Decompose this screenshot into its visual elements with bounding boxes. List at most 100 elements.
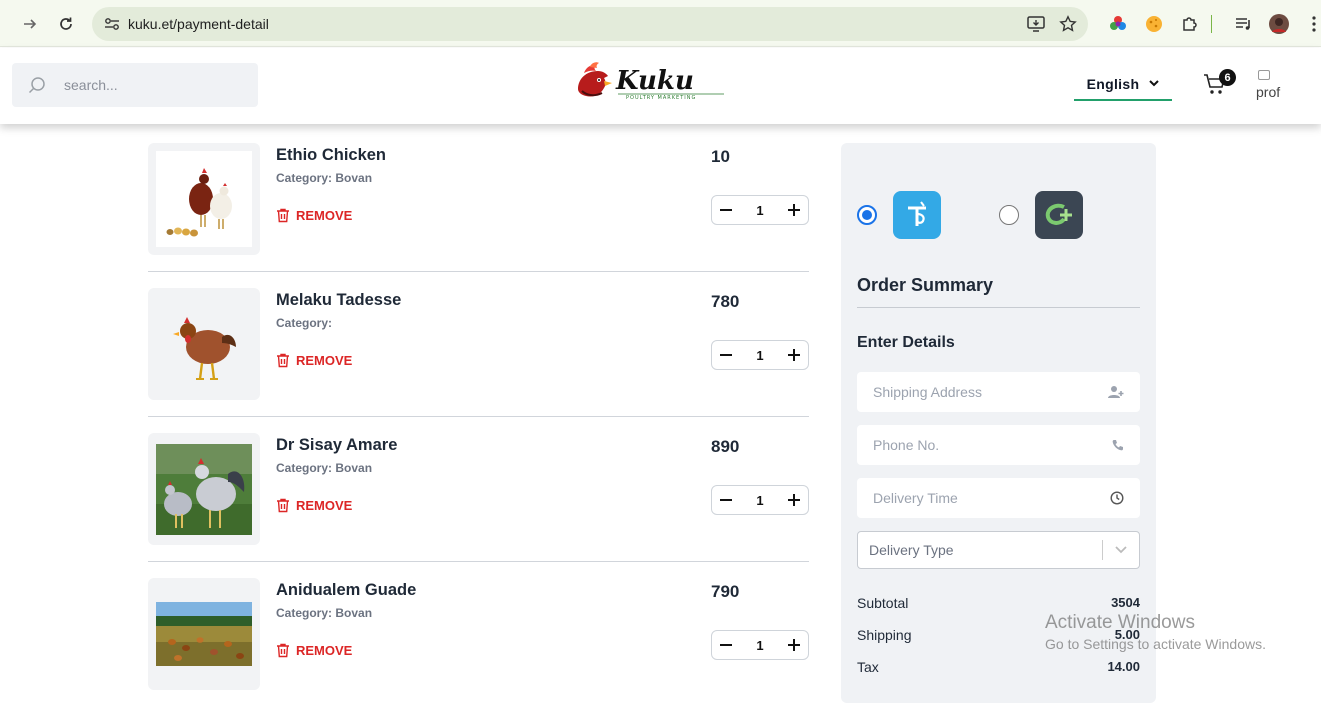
- search-input[interactable]: [64, 77, 224, 93]
- svg-text:Kuku: Kuku: [615, 66, 694, 96]
- product-image: [148, 288, 260, 400]
- enter-details-title: Enter Details: [857, 334, 955, 351]
- cookie-extension-icon[interactable]: [1142, 12, 1166, 36]
- payment-radio-telebirr[interactable]: [857, 205, 877, 225]
- increase-qty-button[interactable]: [786, 492, 802, 508]
- product-image: [148, 433, 260, 545]
- quantity-stepper: 1: [711, 195, 809, 225]
- install-app-icon[interactable]: [1025, 13, 1047, 35]
- decrease-qty-button[interactable]: [718, 637, 734, 653]
- remove-label: REMOVE: [296, 643, 353, 658]
- language-selector[interactable]: English: [1074, 69, 1172, 101]
- phone-field[interactable]: [857, 425, 1140, 465]
- product-name[interactable]: Dr Sisay Amare: [276, 436, 397, 455]
- telebirr-icon[interactable]: [893, 191, 941, 239]
- subtotal-row: Subtotal 3504: [857, 595, 1140, 611]
- product-price: 10: [711, 147, 730, 166]
- product-name[interactable]: Ethio Chicken: [276, 146, 386, 165]
- avatar-alt-text: prof: [1256, 84, 1281, 100]
- tax-label: Tax: [857, 659, 879, 675]
- product-image: [148, 143, 260, 255]
- user-plus-icon: [1108, 386, 1124, 398]
- item-divider: [148, 271, 809, 272]
- cart-button[interactable]: 6: [1203, 69, 1236, 98]
- reload-icon[interactable]: [54, 12, 78, 36]
- site-header: Kuku POULTRY MARKETING English 6 prof: [0, 48, 1321, 124]
- decrease-qty-button[interactable]: [718, 202, 734, 218]
- delivery-type-value: Delivery Type: [869, 542, 954, 558]
- tax-value: 14.00: [1107, 659, 1140, 674]
- trash-icon: [277, 643, 289, 658]
- browser-menu-icon[interactable]: [1302, 12, 1321, 36]
- phone-input[interactable]: [873, 437, 1073, 453]
- quantity-stepper: 1: [711, 340, 809, 370]
- phone-icon: [1112, 440, 1123, 451]
- url-text: kuku.et/payment-detail: [128, 16, 269, 32]
- product-price: 890: [711, 437, 740, 456]
- language-label: English: [1086, 76, 1140, 92]
- product-category: Category: Bovan: [276, 606, 373, 620]
- remove-button[interactable]: REMOVE: [276, 208, 352, 223]
- product-name[interactable]: Melaku Tadesse: [276, 291, 401, 310]
- profile-avatar-icon[interactable]: [1267, 12, 1291, 36]
- bookmark-star-icon[interactable]: [1057, 13, 1079, 35]
- quantity-stepper: 1: [711, 485, 809, 515]
- remove-button[interactable]: REMOVE: [276, 498, 352, 513]
- cart-count-badge: 6: [1219, 69, 1236, 86]
- product-category: Category:: [276, 316, 333, 330]
- increase-qty-button[interactable]: [786, 347, 802, 363]
- cart-item: Ethio Chicken Category: Bovan REMOVE 10 …: [148, 143, 809, 288]
- product-price: 790: [711, 582, 740, 601]
- remove-button[interactable]: REMOVE: [276, 643, 352, 658]
- chevron-down-icon: [1149, 78, 1160, 90]
- remove-label: REMOVE: [296, 353, 353, 368]
- summary-divider: [857, 307, 1140, 308]
- cart-item: Anidualem Guade Category: Bovan REMOVE 7…: [148, 578, 809, 723]
- remove-button[interactable]: REMOVE: [276, 353, 352, 368]
- site-settings-icon[interactable]: [102, 14, 122, 34]
- forward-icon[interactable]: [18, 12, 42, 36]
- product-category: Category: Bovan: [276, 171, 373, 185]
- tax-row: Tax 14.00: [857, 659, 1140, 675]
- clock-icon: [1110, 491, 1124, 505]
- delivery-type-select[interactable]: Delivery Type: [857, 531, 1140, 569]
- quantity-value: 1: [756, 492, 764, 508]
- shipping-address-input[interactable]: [873, 384, 1073, 400]
- user-avatar[interactable]: prof: [1256, 70, 1288, 100]
- remove-label: REMOVE: [296, 498, 353, 513]
- delivery-time-field[interactable]: [857, 478, 1140, 518]
- chapa-icon[interactable]: [1035, 191, 1083, 239]
- search-bar[interactable]: [12, 63, 258, 107]
- decrease-qty-button[interactable]: [718, 347, 734, 363]
- item-divider: [148, 416, 809, 417]
- color-extension-icon[interactable]: [1106, 12, 1130, 36]
- delivery-time-input[interactable]: [873, 490, 1073, 506]
- product-name[interactable]: Anidualem Guade: [276, 581, 416, 600]
- quantity-stepper: 1: [711, 630, 809, 660]
- svg-text:POULTRY MARKETING: POULTRY MARKETING: [626, 95, 696, 101]
- quantity-value: 1: [756, 202, 764, 218]
- browser-toolbar: kuku.et/payment-detail: [0, 0, 1321, 47]
- toolbar-separator: [1206, 12, 1216, 36]
- kuku-logo[interactable]: Kuku POULTRY MARKETING: [574, 61, 728, 107]
- payment-radio-chapa[interactable]: [999, 205, 1019, 225]
- quantity-value: 1: [756, 637, 764, 653]
- shipping-label: Shipping: [857, 627, 912, 643]
- chevron-down-icon[interactable]: [1103, 546, 1139, 554]
- windows-activation-watermark: Activate Windows Go to Settings to activ…: [1045, 612, 1266, 652]
- increase-qty-button[interactable]: [786, 202, 802, 218]
- subtotal-value: 3504: [1111, 595, 1140, 610]
- item-divider: [148, 561, 809, 562]
- cart-item: Melaku Tadesse Category: REMOVE 780 1: [148, 288, 809, 433]
- address-bar[interactable]: kuku.et/payment-detail: [92, 7, 1088, 41]
- broken-image-icon: [1258, 70, 1270, 80]
- decrease-qty-button[interactable]: [718, 492, 734, 508]
- watermark-subtitle: Go to Settings to activate Windows.: [1045, 636, 1266, 652]
- product-category: Category: Bovan: [276, 461, 373, 475]
- trash-icon: [277, 353, 289, 368]
- shipping-address-field[interactable]: [857, 372, 1140, 412]
- trash-icon: [277, 208, 289, 223]
- increase-qty-button[interactable]: [786, 637, 802, 653]
- extensions-puzzle-icon[interactable]: [1178, 12, 1202, 36]
- media-queue-icon[interactable]: [1232, 12, 1256, 36]
